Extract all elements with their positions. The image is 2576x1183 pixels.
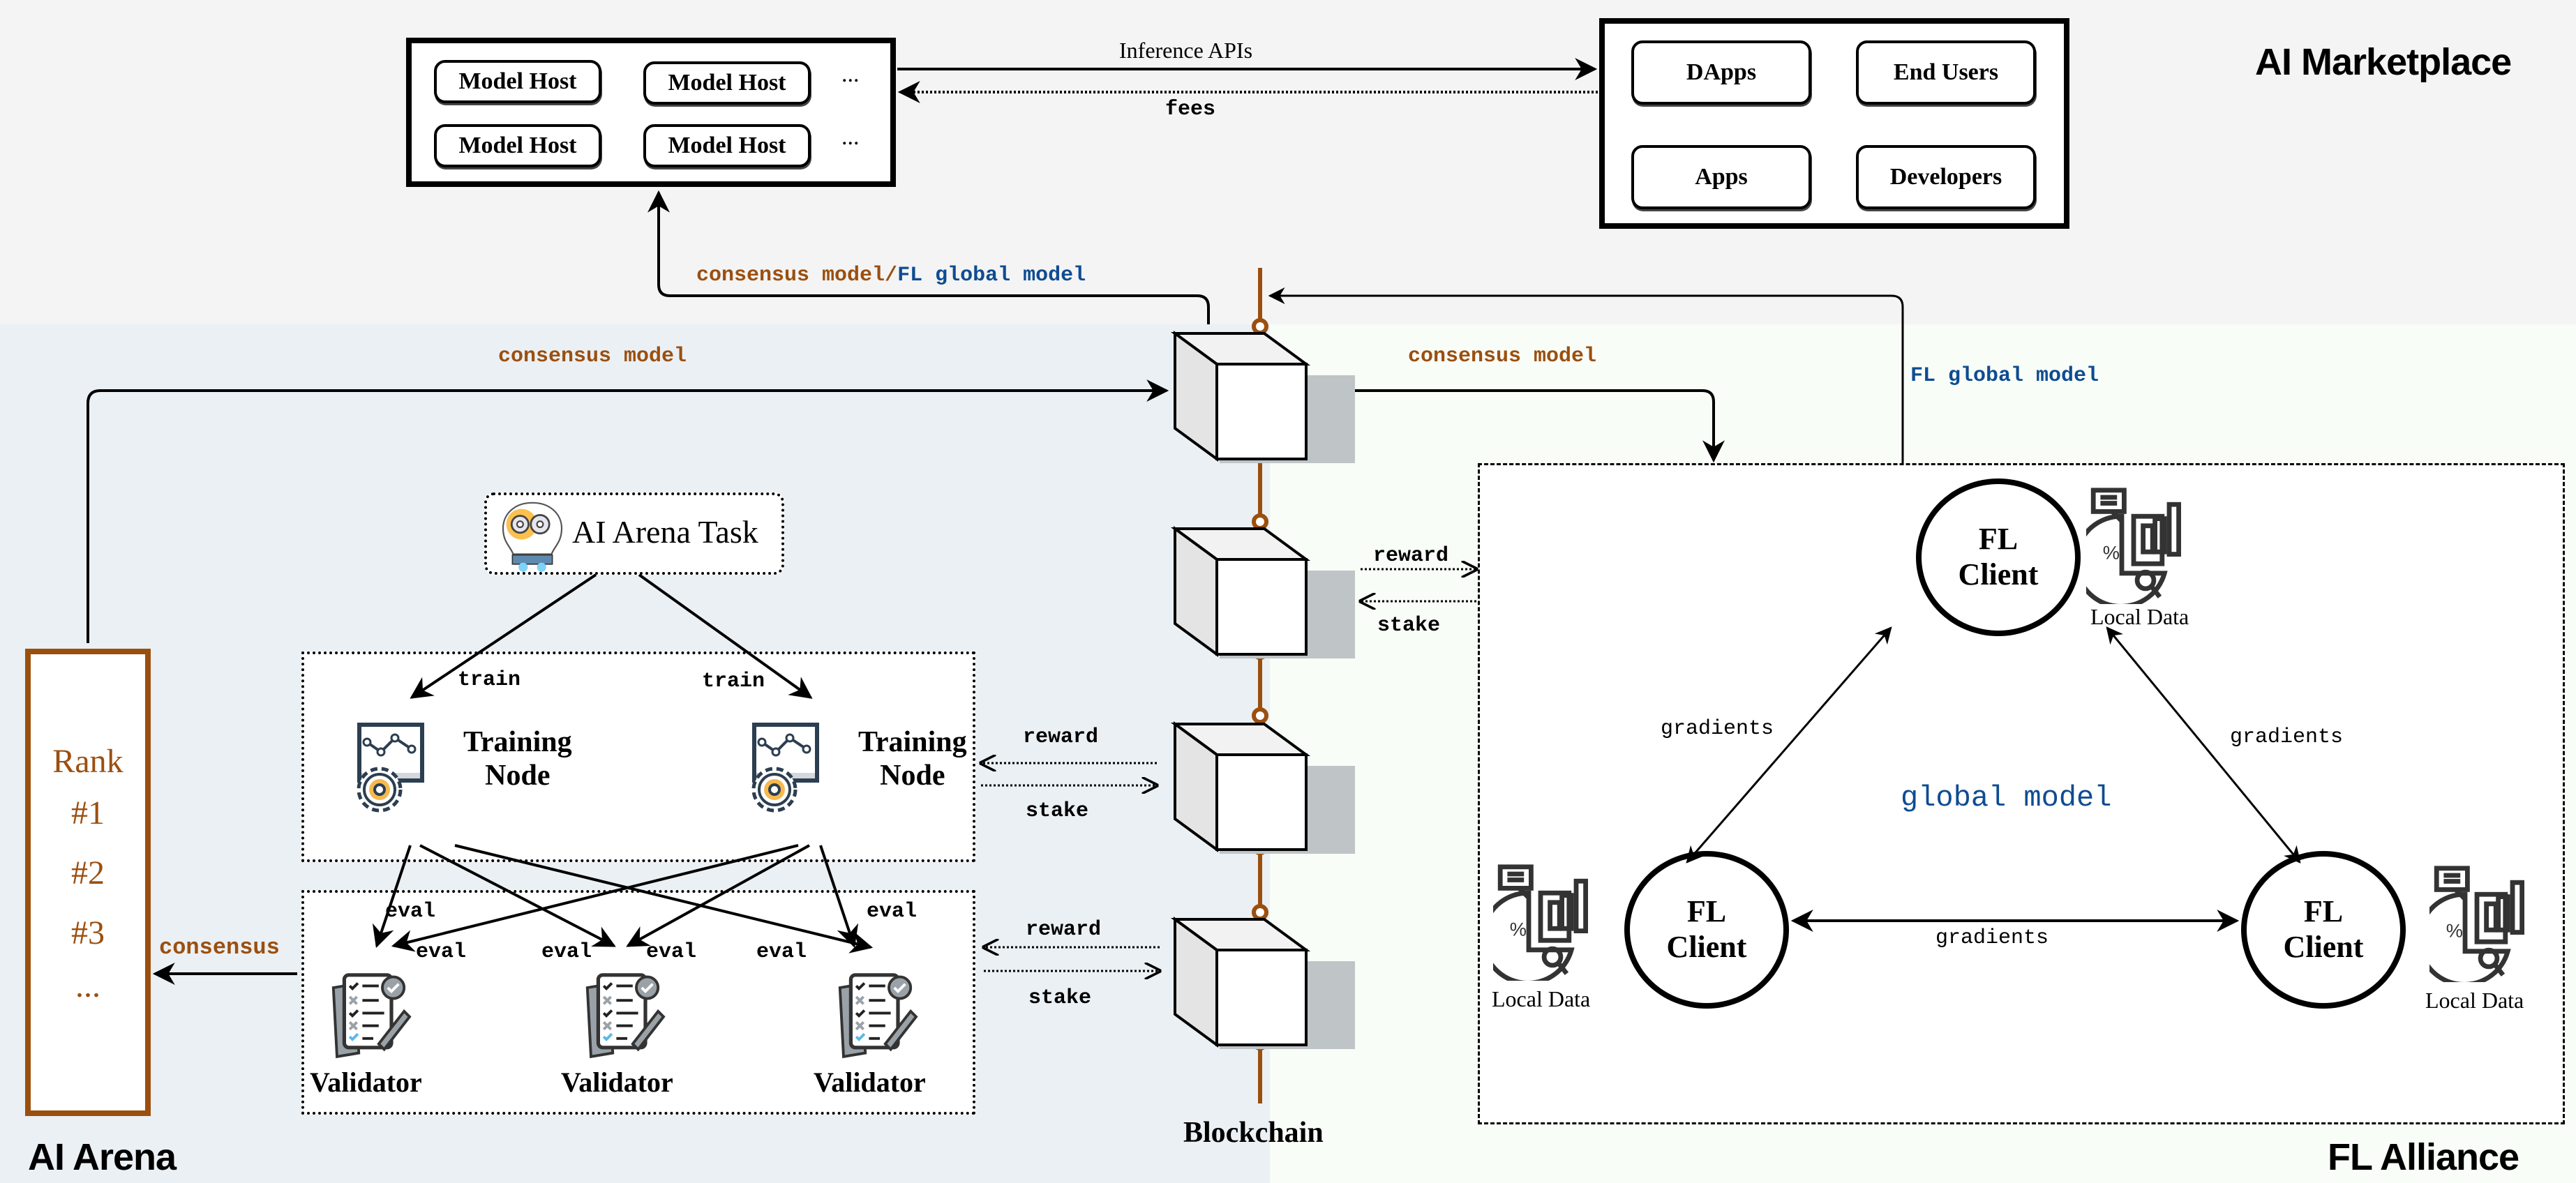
global-model-label: global model xyxy=(1901,781,2112,815)
validator-label-1: Validator xyxy=(310,1067,422,1098)
consensus-model-label-right: consensus model xyxy=(1408,345,1597,368)
train-label-1: train xyxy=(458,668,521,692)
model-host-4[interactable]: Model Host xyxy=(643,124,811,167)
consensus-model-label-left: consensus model xyxy=(498,345,687,368)
validator-label-3: Validator xyxy=(814,1067,926,1098)
rank-item-1: #1 xyxy=(71,794,105,831)
slash: / xyxy=(885,264,898,287)
fl-client-line1: FL xyxy=(1686,894,1727,929)
fees-label: fees xyxy=(1165,98,1216,121)
stake-label-fl: stake xyxy=(1377,614,1441,638)
training-node-line2: Node xyxy=(880,760,945,792)
ai-arena-task[interactable]: AI Arena Task xyxy=(484,492,784,575)
svg-text:%: % xyxy=(1510,918,1527,940)
eval-label: eval xyxy=(385,900,436,924)
gradients-label-left: gradients xyxy=(1661,717,1774,741)
more-hosts-ellipsis: ... xyxy=(841,61,860,87)
fl-global-model-label: FL global model xyxy=(1910,364,2099,388)
svg-text:%: % xyxy=(2103,541,2120,563)
rank-item-2: #2 xyxy=(71,854,105,891)
training-node-icon xyxy=(357,723,424,813)
reward-label-fl: reward xyxy=(1373,544,1449,568)
local-data-label-top: Local Data xyxy=(2090,604,2189,629)
fl-client-line2: Client xyxy=(1666,930,1747,964)
fl-client-top[interactable]: FL Client xyxy=(1916,479,2081,636)
fl-client-line2: Client xyxy=(1958,557,2039,592)
fl-client-line2: Client xyxy=(2283,930,2364,964)
gradients-label-bottom: gradients xyxy=(1935,926,2049,950)
fl-client-left[interactable]: FL Client xyxy=(1624,851,1789,1009)
svg-text:%: % xyxy=(2446,919,2463,941)
training-node-label-2: Training Node xyxy=(858,725,967,792)
validator-label-2: Validator xyxy=(561,1067,673,1098)
training-node-line1: Training xyxy=(463,726,572,758)
consumer-dapps[interactable]: DApps xyxy=(1631,40,1811,105)
ai-arena-task-label: AI Arena Task xyxy=(572,514,758,550)
fl-alliance-title: FL Alliance xyxy=(2328,1136,2519,1178)
validator-checklist-icon xyxy=(838,973,918,1059)
model-host-3[interactable]: Model Host xyxy=(434,124,601,167)
consensus-model-text: consensus model xyxy=(696,264,885,287)
eval-label: eval xyxy=(416,940,467,964)
training-node-line2: Node xyxy=(485,760,551,792)
stake-label-training: stake xyxy=(1026,799,1089,823)
training-node-line1: Training xyxy=(858,726,967,758)
ai-marketplace-region xyxy=(0,0,2576,324)
marketplace-title: AI Marketplace xyxy=(2255,41,2512,83)
arena-title: AI Arena xyxy=(28,1136,177,1178)
reward-label-validator: reward xyxy=(1026,918,1102,942)
consumer-developers[interactable]: Developers xyxy=(1856,145,2036,209)
reward-label-training: reward xyxy=(1023,725,1099,749)
eval-label: eval xyxy=(756,940,807,964)
rank-item-3: #3 xyxy=(71,914,105,951)
stake-label-validator: stake xyxy=(1028,986,1092,1010)
eval-label: eval xyxy=(541,940,592,964)
training-node-label-1: Training Node xyxy=(463,725,572,792)
fl-client-line1: FL xyxy=(1978,522,2019,557)
training-node-icon xyxy=(751,723,819,813)
rank-item-more: ... xyxy=(75,967,100,1004)
inference-apis-label: Inference APIs xyxy=(1119,38,1253,63)
rank-title: Rank xyxy=(52,743,123,780)
validator-checklist-icon xyxy=(331,973,412,1059)
consumer-end-users[interactable]: End Users xyxy=(1856,40,2036,105)
eval-label: eval xyxy=(646,940,697,964)
local-data-icon: % xyxy=(2086,488,2181,604)
eval-label: eval xyxy=(867,900,918,924)
rank-list: Rank #1 #2 #3 ... xyxy=(25,649,151,1116)
lightbulb-gears-icon xyxy=(502,502,562,572)
consensus-fl-model-label: consensus model/FL global model xyxy=(696,264,1086,287)
model-host-2[interactable]: Model Host xyxy=(643,61,811,105)
validator-checklist-icon xyxy=(585,973,666,1059)
local-data-label-right: Local Data xyxy=(2425,988,2524,1013)
train-label-2: train xyxy=(702,670,765,693)
consumer-apps[interactable]: Apps xyxy=(1631,145,1811,209)
consensus-label: consensus xyxy=(159,935,280,960)
fl-global-model-text: FL global model xyxy=(897,264,1086,287)
blockchain-label: Blockchain xyxy=(1183,1117,1324,1149)
local-data-icon: % xyxy=(2429,866,2524,982)
gradients-label-right: gradients xyxy=(2230,725,2344,749)
local-data-label-left: Local Data xyxy=(1492,986,1591,1011)
more-hosts-ellipsis: ... xyxy=(841,124,860,150)
fl-client-line1: FL xyxy=(2303,894,2344,929)
model-host-1[interactable]: Model Host xyxy=(434,60,601,103)
local-data-icon: % xyxy=(1493,864,1588,981)
fl-client-right[interactable]: FL Client xyxy=(2241,851,2406,1009)
